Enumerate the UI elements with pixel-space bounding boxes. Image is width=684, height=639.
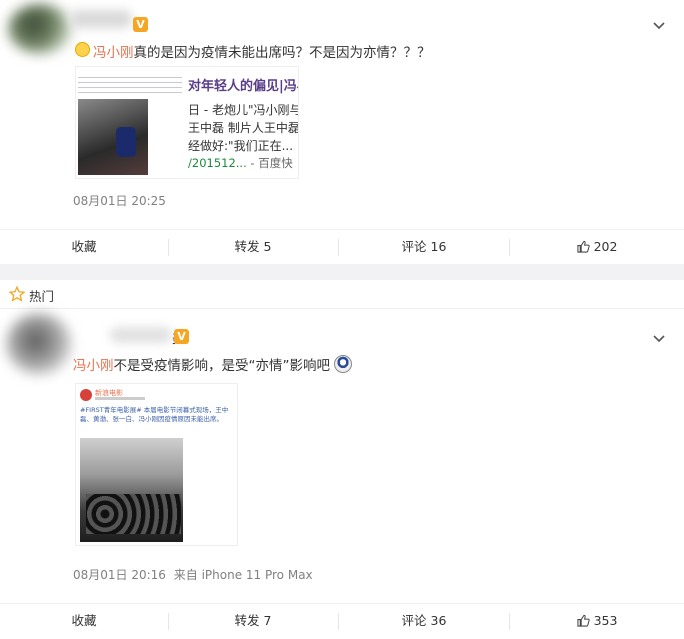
post-image[interactable]: 新浪电影 #FIRST青年电影展# 本届电影节闭幕式现场，王中磊、黄渤、张一白、…: [75, 383, 238, 546]
post-time[interactable]: 08月01日 20:25: [73, 192, 166, 209]
username[interactable]: [110, 327, 172, 343]
favorite-button[interactable]: 收藏: [0, 230, 168, 264]
hot-label: 热门: [29, 289, 55, 304]
chevron-down-icon[interactable]: [652, 331, 666, 345]
thumbs-up-icon: [576, 614, 590, 627]
mention-link[interactable]: 冯小刚: [93, 45, 134, 61]
vip-badge: V: [174, 329, 189, 344]
avatar[interactable]: [8, 4, 72, 54]
like-button[interactable]: 202: [510, 230, 684, 264]
thumbs-up-icon: [576, 240, 590, 253]
favorite-button[interactable]: 收藏: [0, 604, 168, 638]
post-text: 冯小刚不是受疫情影响，是受“亦情”影响吧: [73, 354, 353, 374]
username[interactable]: [70, 10, 132, 28]
image-snippet: #FIRST青年电影展# 本届电影节闭幕式现场，王中磊、黄渤、张一白、冯小刚因疫…: [80, 406, 229, 423]
image-headline: 对年轻人的偏见|冯小: [188, 79, 299, 94]
like-count: 353: [593, 613, 618, 628]
avatar[interactable]: [6, 313, 72, 375]
comment-button[interactable]: 评论 36: [339, 604, 509, 638]
hot-section-header: 热门: [0, 280, 684, 309]
action-bar: 收藏 转发 5 评论 16 202: [0, 229, 684, 264]
weibo-logo-icon: [80, 389, 92, 401]
post-time: 08月01日 20:16 来自 iPhone 11 Pro Max: [73, 568, 313, 582]
vip-badge: V: [133, 17, 148, 32]
repost-button[interactable]: 转发 7: [169, 604, 337, 638]
like-count: 202: [593, 239, 618, 254]
like-button[interactable]: 353: [510, 604, 684, 638]
emoji-icon: [334, 355, 353, 373]
post-card-2: 美 V 冯小刚不是受疫情影响，是受“亦情”影响吧 新浪电影 #FIRST青年电影…: [0, 309, 684, 639]
star-icon: [9, 286, 25, 302]
repost-button[interactable]: 转发 5: [169, 230, 337, 264]
chevron-down-icon[interactable]: [652, 18, 666, 32]
post-image[interactable]: 对年轻人的偏见|冯小 日 - 老炮儿"冯小刚与"小 王中磊 制片人王中磊当 经做…: [75, 66, 299, 179]
mention-link[interactable]: 冯小刚: [73, 358, 114, 374]
action-bar: 收藏 转发 7 评论 36 353: [0, 603, 684, 638]
post-text: 冯小刚真的是因为疫情未能出席吗？不是因为亦情？？？: [73, 41, 431, 61]
smile-emoji-icon: [75, 42, 90, 57]
post-source: 来自 iPhone 11 Pro Max: [173, 568, 313, 582]
comment-button[interactable]: 评论 16: [339, 230, 509, 264]
post-card-1: V 冯小刚真的是因为疫情未能出席吗？不是因为亦情？？？ 对年轻人的偏见|冯小 日…: [0, 0, 684, 264]
